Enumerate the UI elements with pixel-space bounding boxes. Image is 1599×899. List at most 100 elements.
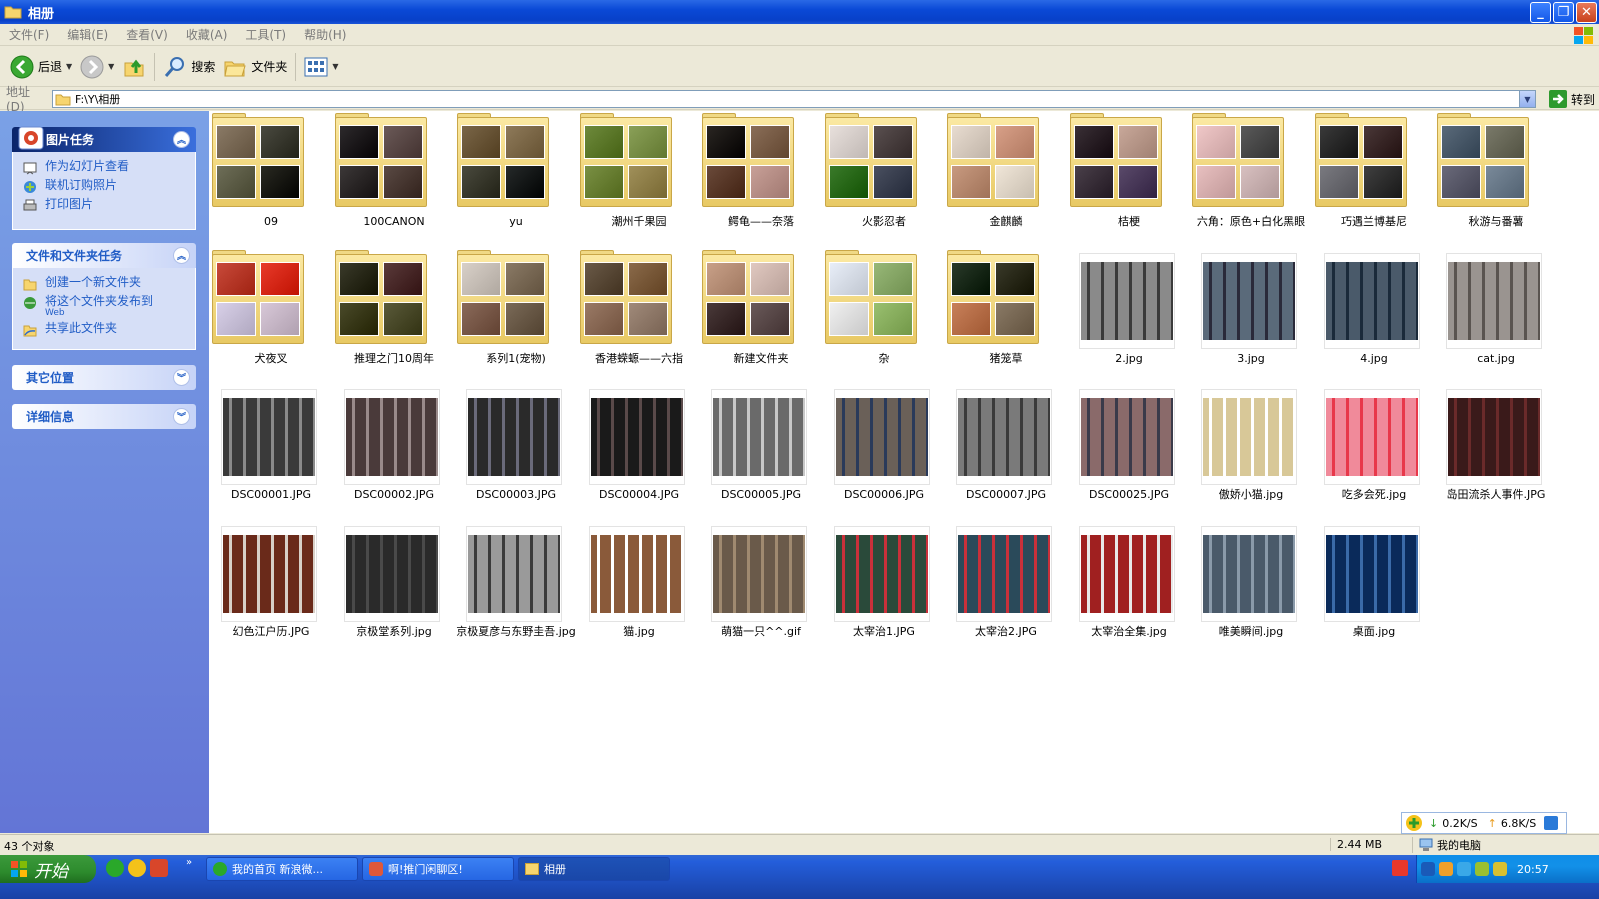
address-field[interactable]: F:\Y\相册 ▼	[52, 90, 1536, 108]
title-bar[interactable]: 相册 _ ❐ ✕	[0, 0, 1599, 24]
item-label: 京极堂系列.jpg	[356, 625, 432, 638]
image-file-item[interactable]: 太宰治全集.jpg	[1068, 523, 1190, 659]
folder-item[interactable]: yu	[455, 113, 577, 249]
image-file-item[interactable]: DSC00007.JPG	[945, 386, 1067, 522]
up-folder-button[interactable]	[118, 50, 150, 84]
folder-item[interactable]: 桔梗	[1068, 113, 1190, 249]
image-file-item[interactable]: 2.jpg	[1068, 250, 1190, 386]
folder-item[interactable]: 鳄龟——奈落	[700, 113, 822, 249]
folder-item[interactable]: 潮州千果园	[578, 113, 700, 249]
menu-edit[interactable]: 编辑(E)	[58, 26, 117, 43]
collapse-chevron-icon[interactable]: ︽	[173, 131, 190, 148]
image-file-item[interactable]: DSC00002.JPG	[333, 386, 455, 522]
slideshow-task[interactable]: 作为幻灯片查看	[23, 160, 185, 175]
task-album[interactable]: 相册	[518, 857, 670, 881]
collapse-chevron-icon[interactable]: ︽	[173, 247, 190, 264]
folder-item[interactable]: 新建文件夹	[700, 250, 822, 386]
print-pictures-task[interactable]: 打印图片	[23, 198, 185, 213]
views-dropdown-icon[interactable]: ▼	[332, 62, 338, 71]
menu-tools[interactable]: 工具(T)	[236, 26, 295, 43]
file-tasks-header[interactable]: 文件和文件夹任务 ︽	[12, 243, 196, 268]
image-file-item[interactable]: 4.jpg	[1313, 250, 1435, 386]
tray-expand-icon[interactable]	[1421, 862, 1435, 876]
minimize-button[interactable]: _	[1530, 2, 1551, 23]
input-method-icon[interactable]	[1392, 860, 1408, 876]
image-file-item[interactable]: 京极夏彦与东野圭吾.jpg	[455, 523, 577, 659]
search-button[interactable]: 搜索	[159, 50, 219, 84]
task-weibo[interactable]: 我的首页 新浪微...	[206, 857, 358, 881]
tray-qq-icon[interactable]	[1439, 862, 1453, 876]
folder-thumbnail-icon	[1068, 113, 1164, 209]
go-button[interactable]: 转到	[1548, 90, 1595, 108]
folder-item[interactable]: 巧遇兰博基尼	[1313, 113, 1435, 249]
other-places-header[interactable]: 其它位置 ︾	[12, 365, 196, 390]
image-file-item[interactable]: 唯美瞬间.jpg	[1190, 523, 1312, 659]
image-file-item[interactable]: DSC00005.JPG	[700, 386, 822, 522]
folder-item[interactable]: 09	[210, 113, 332, 249]
tray-network-icon[interactable]	[1457, 862, 1471, 876]
image-file-item[interactable]: 3.jpg	[1190, 250, 1312, 386]
image-file-item[interactable]: DSC00001.JPG	[210, 386, 332, 522]
folder-item[interactable]: 推理之门10周年	[333, 250, 455, 386]
task-forum[interactable]: 啊!推门闲聊区!	[362, 857, 514, 881]
order-prints-task[interactable]: 联机订购照片	[23, 179, 185, 194]
quicklaunch-media-icon[interactable]	[150, 859, 168, 877]
quicklaunch-app-icon[interactable]	[128, 859, 146, 877]
menu-favorites[interactable]: 收藏(A)	[177, 26, 237, 43]
expand-chevron-icon[interactable]: ︾	[173, 408, 190, 425]
folder-item[interactable]: 系列1(宠物)	[455, 250, 577, 386]
new-folder-task[interactable]: 创建一个新文件夹	[23, 276, 185, 291]
folder-item[interactable]: 火影忍者	[823, 113, 945, 249]
image-file-item[interactable]: 太宰治1.JPG	[823, 523, 945, 659]
quicklaunch-ie-icon[interactable]	[106, 859, 124, 877]
folder-item[interactable]: 香港蝾螈——六指	[578, 250, 700, 386]
image-file-item[interactable]: 岛田流杀人事件.JPG	[1435, 386, 1557, 522]
forward-button[interactable]: ▼	[76, 50, 118, 84]
image-file-item[interactable]: 幻色江户历.JPG	[210, 523, 332, 659]
menu-help[interactable]: 帮助(H)	[295, 26, 355, 43]
share-folder-task[interactable]: 共享此文件夹	[23, 322, 185, 337]
folder-preview-image	[628, 302, 668, 336]
image-file-item[interactable]: 猫.jpg	[578, 523, 700, 659]
close-button[interactable]: ✕	[1576, 2, 1597, 23]
image-file-item[interactable]: 吃多会死.jpg	[1313, 386, 1435, 522]
image-file-item[interactable]: 太宰治2.JPG	[945, 523, 1067, 659]
image-file-item[interactable]: DSC00025.JPG	[1068, 386, 1190, 522]
menu-file[interactable]: 文件(F)	[0, 26, 58, 43]
folder-item[interactable]: 杂	[823, 250, 945, 386]
tray-security-icon[interactable]	[1475, 862, 1489, 876]
details-header[interactable]: 详细信息 ︾	[12, 404, 196, 429]
folder-item[interactable]: 金麒麟	[945, 113, 1067, 249]
picture-tasks-header[interactable]: 图片任务 ︽	[12, 126, 196, 152]
transfer-speed-widget[interactable]: ↓ 0.2K/S ↑ 6.8K/S	[1401, 812, 1567, 834]
folder-item[interactable]: 100CANON	[333, 113, 455, 249]
folder-item[interactable]: 猪笼草	[945, 250, 1067, 386]
image-file-item[interactable]: cat.jpg	[1435, 250, 1557, 386]
start-button[interactable]: 开始	[0, 855, 96, 883]
image-file-item[interactable]: 傲娇小猫.jpg	[1190, 386, 1312, 522]
image-file-item[interactable]: DSC00004.JPG	[578, 386, 700, 522]
back-dropdown-icon[interactable]: ▼	[66, 62, 72, 71]
folders-button[interactable]: 文件夹	[219, 50, 291, 84]
image-file-item[interactable]: DSC00006.JPG	[823, 386, 945, 522]
back-button[interactable]: 后退 ▼	[6, 50, 76, 84]
folder-item[interactable]: 犬夜叉	[210, 250, 332, 386]
folder-item[interactable]: 秋游与番薯	[1435, 113, 1557, 249]
folder-item[interactable]: 六角：原色+白化黑眼	[1190, 113, 1312, 249]
address-dropdown-icon[interactable]: ▼	[1519, 91, 1535, 107]
image-file-item[interactable]: 京极堂系列.jpg	[333, 523, 455, 659]
menu-view[interactable]: 查看(V)	[117, 26, 177, 43]
tray-volume-icon[interactable]	[1493, 862, 1507, 876]
image-file-item[interactable]: DSC00003.JPG	[455, 386, 577, 522]
image-file-item[interactable]: 萌猫一只^^.gif	[700, 523, 822, 659]
expand-chevron-icon[interactable]: ︾	[173, 369, 190, 386]
publish-web-task[interactable]: 将这个文件夹发布到 Web	[23, 295, 185, 318]
forward-dropdown-icon[interactable]: ▼	[108, 62, 114, 71]
file-view[interactable]: 09 100CANON yu 潮州千果园 鳄龟——奈落 火影忍者 金麒麟 桔梗 六角：原色+白化…	[209, 111, 1568, 833]
location-label: 我的电脑	[1437, 839, 1481, 852]
ie-icon[interactable]	[1544, 816, 1559, 830]
views-button[interactable]: ▼	[300, 50, 342, 84]
image-file-item[interactable]: 桌面.jpg	[1313, 523, 1435, 659]
restore-button[interactable]: ❐	[1553, 2, 1574, 23]
quicklaunch-expand-icon[interactable]: »	[186, 857, 192, 868]
